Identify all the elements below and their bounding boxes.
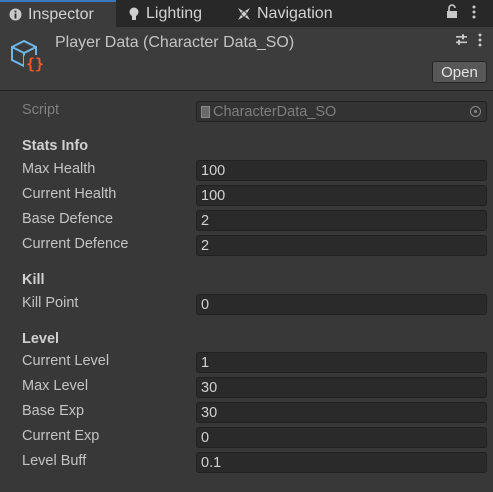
section-heading-level: Level [22,331,60,347]
kebab-menu-icon[interactable] [478,33,482,51]
script-label: Script [22,102,60,118]
section-heading-kill: Kill [22,272,45,288]
field-label-level-buff: Level Buff [22,453,87,469]
base-defence-input[interactable]: 2 [196,210,487,231]
tab-inspector-label: Inspector [28,5,94,23]
object-picker-icon[interactable] [470,106,481,117]
tab-lighting[interactable]: Lighting [128,0,202,27]
script-field[interactable]: CharacterData_SO [196,101,487,122]
svg-text:{}: {} [26,55,44,73]
current-health-input[interactable]: 100 [196,185,487,206]
scriptable-object-icon: {} [8,37,46,79]
tab-navigation[interactable]: Navigation [237,0,333,27]
field-label-current-level: Current Level [22,353,110,369]
field-label-max-health: Max Health [22,161,96,177]
tab-bar: Inspector Lighting Navigation [0,0,493,27]
navigation-icon [237,7,251,21]
tab-inspector[interactable]: Inspector [0,0,116,27]
kill-point-input[interactable]: 0 [196,294,487,315]
tab-navigation-label: Navigation [257,4,333,22]
more-menu-icon[interactable] [472,4,476,23]
base-exp-input[interactable]: 30 [196,402,487,423]
inspector-content: Script CharacterData_SO Stats Info Max H… [0,91,493,492]
script-file-icon [201,105,210,118]
current-defence-input[interactable]: 2 [196,235,487,256]
max-level-input[interactable]: 30 [196,377,487,398]
current-level-input[interactable]: 1 [196,352,487,373]
field-label-current-exp: Current Exp [22,428,100,444]
script-value: CharacterData_SO [213,103,337,120]
field-label-current-health: Current Health [22,186,117,202]
open-button[interactable]: Open [432,61,487,83]
object-title: Player Data (Character Data_SO) [55,34,295,51]
field-label-base-defence: Base Defence [22,211,114,227]
bulb-icon [128,7,140,21]
section-heading-stats: Stats Info [22,138,89,154]
max-health-input[interactable]: 100 [196,160,487,181]
field-label-base-exp: Base Exp [22,403,85,419]
current-exp-input[interactable]: 0 [196,427,487,448]
field-label-max-level: Max Level [22,378,89,394]
info-icon [9,8,22,21]
settings-sliders-icon[interactable] [455,33,468,50]
level-buff-input[interactable]: 0.1 [196,452,487,473]
lock-icon[interactable] [446,4,458,23]
field-label-current-defence: Current Defence [22,236,129,252]
tab-lighting-label: Lighting [146,4,203,22]
inspector-header: {} Player Data (Character Data_SO) Open [0,27,493,91]
field-label-kill-point: Kill Point [22,295,79,311]
